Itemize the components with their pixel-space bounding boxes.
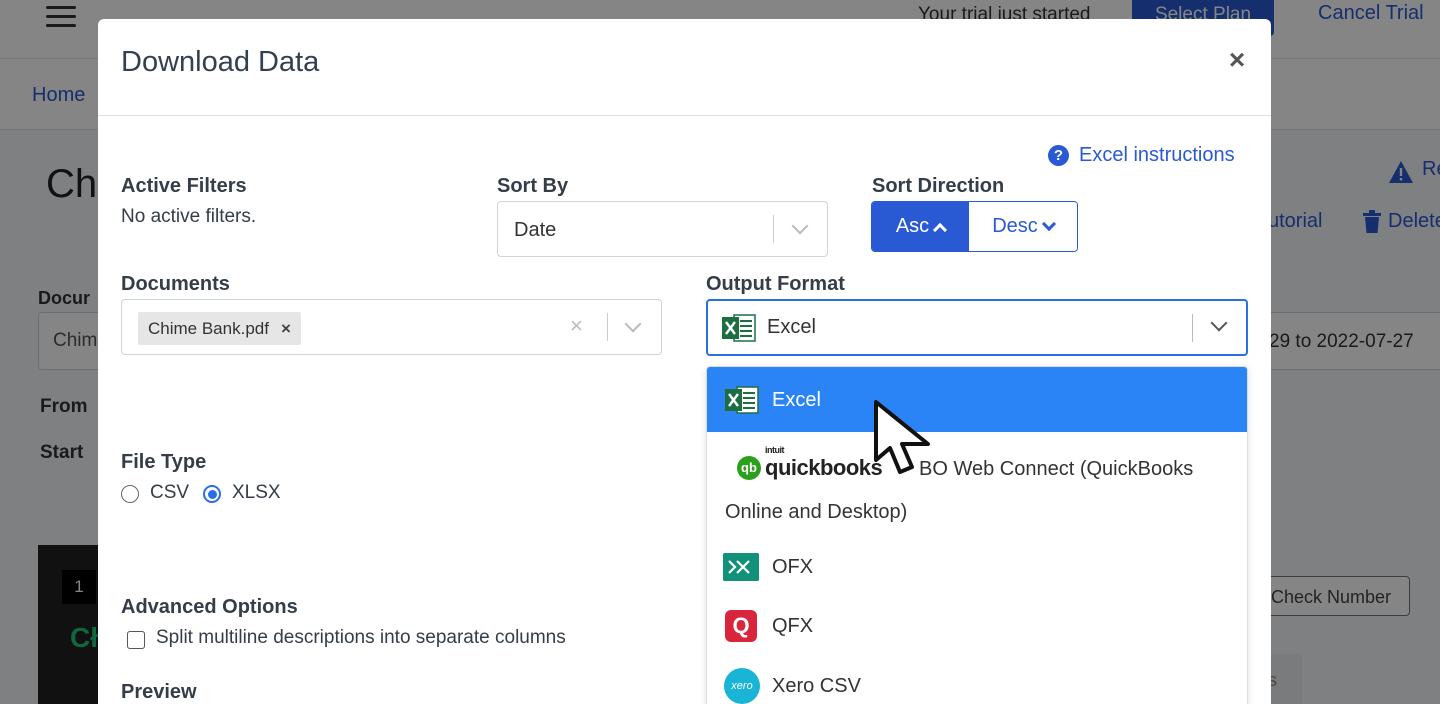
split-multiline-label: Split multiline descriptions into separa… — [156, 627, 566, 648]
option-qfx-label: QFX — [772, 615, 814, 637]
sort-direction-toggle: Asc Desc — [871, 201, 1078, 252]
mouse-cursor-icon — [874, 400, 930, 474]
excel-icon — [725, 386, 759, 414]
desc-button[interactable]: Desc — [969, 202, 1077, 251]
document-tag-label: Chime Bank.pdf — [148, 318, 269, 338]
xero-icon: xero — [724, 668, 760, 704]
desc-label: Desc — [992, 215, 1038, 237]
option-qfx[interactable]: Q QFX — [707, 593, 1247, 653]
option-xero-label: Xero CSV — [772, 675, 861, 697]
output-format-value: Excel — [767, 316, 816, 338]
modal-header: Download Data × — [98, 19, 1271, 116]
active-filters-label: Active Filters — [121, 175, 247, 197]
xlsx-radio[interactable] — [203, 485, 221, 503]
split-multiline-checkbox[interactable] — [127, 631, 145, 649]
modal-title: Download Data — [121, 46, 320, 78]
option-quickbooks[interactable]: BO Web Connect (QuickBooks Online and De… — [707, 432, 1247, 532]
sort-by-value: Date — [514, 219, 557, 241]
excel-instructions-link[interactable]: ? Excel instructions — [1048, 144, 1235, 167]
output-format-menu: Excel BO Web Connect (QuickBooks Online … — [706, 366, 1248, 704]
qfx-icon: Q — [725, 610, 757, 642]
quickbooks-wordmark: intuit quickbooks — [765, 445, 883, 481]
quickbooks-logo: qb intuit quickbooks — [737, 445, 883, 481]
active-filters-value: No active filters. — [121, 206, 257, 227]
question-circle-icon: ? — [1048, 145, 1069, 166]
option-ofx[interactable]: OFX — [707, 535, 1247, 593]
asc-button[interactable]: Asc — [872, 202, 969, 251]
close-icon[interactable]: × — [1224, 46, 1250, 74]
output-format-select[interactable]: Excel — [706, 299, 1248, 356]
csv-label: CSV — [150, 482, 190, 503]
chevron-down-icon — [1210, 314, 1228, 332]
quickbooks-mark: qb — [737, 456, 761, 480]
option-quickbooks-label-line2: Online and Desktop) — [725, 501, 908, 523]
file-type-label: File Type — [121, 451, 207, 473]
sort-by-label: Sort By — [497, 175, 569, 197]
excel-icon — [722, 314, 756, 342]
output-format-label: Output Format — [706, 273, 845, 295]
advanced-options-label: Advanced Options — [121, 596, 298, 618]
documents-label: Documents — [121, 273, 230, 295]
sort-direction-label: Sort Direction — [872, 175, 1005, 197]
asc-label: Asc — [895, 215, 930, 237]
download-data-modal: Download Data × ? Excel instructions Act… — [98, 19, 1271, 704]
option-excel[interactable]: Excel — [707, 367, 1247, 432]
sort-by-select[interactable]: Date — [497, 201, 828, 257]
ofx-icon — [723, 553, 759, 581]
documents-multiselect[interactable]: Chime Bank.pdf × × — [121, 299, 662, 355]
remove-tag-icon[interactable]: × — [281, 319, 291, 339]
chevron-down-icon — [1041, 216, 1056, 231]
chevron-up-icon — [933, 222, 948, 237]
chevron-down-icon — [791, 217, 809, 235]
excel-instructions-label: Excel instructions — [1079, 144, 1235, 166]
select-separator — [607, 313, 608, 341]
option-xero[interactable]: xero Xero CSV — [707, 653, 1247, 704]
option-ofx-label: OFX — [772, 556, 814, 578]
option-quickbooks-label: BO Web Connect (QuickBooks — [919, 458, 1194, 480]
preview-label: Preview — [121, 681, 197, 703]
document-tag: Chime Bank.pdf × — [138, 312, 301, 345]
select-separator — [773, 215, 774, 243]
intuit-wordmark: intuit — [765, 445, 785, 455]
clear-icon[interactable]: × — [570, 313, 583, 339]
option-excel-label: Excel — [772, 389, 821, 411]
chevron-down-icon — [624, 315, 642, 333]
xlsx-label: XLSX — [232, 482, 281, 503]
quickbooks-wordmark-text: quickbooks — [765, 455, 883, 480]
csv-radio[interactable] — [121, 485, 139, 503]
select-separator — [1192, 314, 1193, 342]
